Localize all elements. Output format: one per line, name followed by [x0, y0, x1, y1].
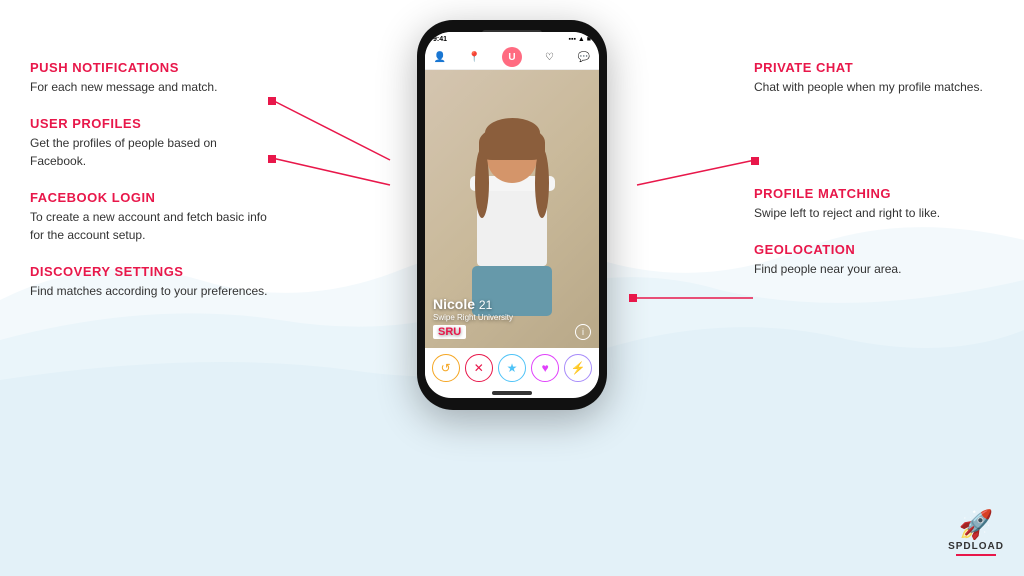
push-notifications-feature: PUSH NOTIFICATIONS For each new message … [30, 60, 270, 96]
push-notifications-desc: For each new message and match. [30, 78, 270, 96]
facebook-login-desc: To create a new account and fetch basic … [30, 208, 270, 244]
person-icon: 👤 [433, 50, 447, 64]
profile-matching-feature: PROFILE MATCHING Swipe left to reject an… [754, 186, 994, 222]
profile-sru-badge: SRU [433, 325, 466, 339]
discovery-settings-desc: Find matches according to your preferenc… [30, 282, 270, 300]
rewind-button[interactable]: ↺ [432, 354, 460, 382]
rocket-icon: 🚀 [959, 508, 994, 541]
geolocation-feature: GEOLOCATION Find people near your area. [754, 242, 994, 278]
profile-info-overlay: Nicole 21 Swipe Right University SRU [433, 296, 513, 340]
user-profiles-feature: USER PROFILES Get the profiles of people… [30, 116, 270, 170]
right-features-panel: PRIVATE CHAT Chat with people when my pr… [754, 60, 994, 298]
app-nav-bar: 👤 📍 U ♡ 💬 [425, 45, 599, 70]
private-chat-feature: PRIVATE CHAT Chat with people when my pr… [754, 60, 994, 96]
profile-image-area: Nicole 21 Swipe Right University SRU i [425, 70, 599, 348]
profile-info-button[interactable]: i [575, 324, 591, 340]
discovery-settings-feature: DISCOVERY SETTINGS Find matches accordin… [30, 264, 270, 300]
reject-button[interactable]: ✕ [465, 354, 493, 382]
message-icon: 💬 [577, 50, 591, 64]
profile-name: Nicole 21 [433, 296, 513, 312]
profile-university: Swipe Right University [433, 313, 513, 322]
geolocation-title: GEOLOCATION [754, 242, 994, 257]
status-time: 9:41 [433, 36, 447, 43]
home-bar [492, 391, 532, 395]
status-bar: 9:41 ▪▪▪ ▲ ■ [425, 32, 599, 45]
phone-frame: 9:41 ▪▪▪ ▲ ■ 👤 📍 U ♡ 💬 [417, 20, 607, 410]
left-features-panel: PUSH NOTIFICATIONS For each new message … [30, 60, 270, 320]
facebook-login-title: FACEBOOK LOGIN [30, 190, 270, 205]
profile-matching-desc: Swipe left to reject and right to like. [754, 204, 994, 222]
like-button[interactable]: ♥ [531, 354, 559, 382]
spdload-underline [956, 554, 996, 556]
location-icon: 📍 [468, 50, 482, 64]
heart-icon: ♡ [543, 50, 557, 64]
push-notifications-title: PUSH NOTIFICATIONS [30, 60, 270, 75]
page-wrapper: PUSH NOTIFICATIONS For each new message … [0, 0, 1024, 576]
facebook-login-feature: FACEBOOK LOGIN To create a new account a… [30, 190, 270, 244]
discovery-settings-title: DISCOVERY SETTINGS [30, 264, 270, 279]
status-icons: ▪▪▪ ▲ ■ [569, 36, 592, 43]
spdload-brand: SPDLOAD [948, 541, 1004, 552]
private-chat-desc: Chat with people when my profile matches… [754, 78, 994, 96]
phone-screen: 9:41 ▪▪▪ ▲ ■ 👤 📍 U ♡ 💬 [425, 32, 599, 398]
user-profiles-desc: Get the profiles of people based on Face… [30, 134, 270, 170]
user-profiles-title: USER PROFILES [30, 116, 270, 131]
private-chat-title: PRIVATE CHAT [754, 60, 994, 75]
super-like-button[interactable]: ★ [498, 354, 526, 382]
tinder-logo: U [502, 47, 522, 67]
action-bar: ↺ ✕ ★ ♥ ⚡ [425, 348, 599, 388]
phone-mockup: 9:41 ▪▪▪ ▲ ■ 👤 📍 U ♡ 💬 [417, 20, 607, 410]
boost-button[interactable]: ⚡ [564, 354, 592, 382]
profile-matching-title: PROFILE MATCHING [754, 186, 994, 201]
hair-top [485, 118, 540, 148]
geolocation-desc: Find people near your area. [754, 260, 994, 278]
spdload-logo: 🚀 SPDLOAD [948, 508, 1004, 556]
